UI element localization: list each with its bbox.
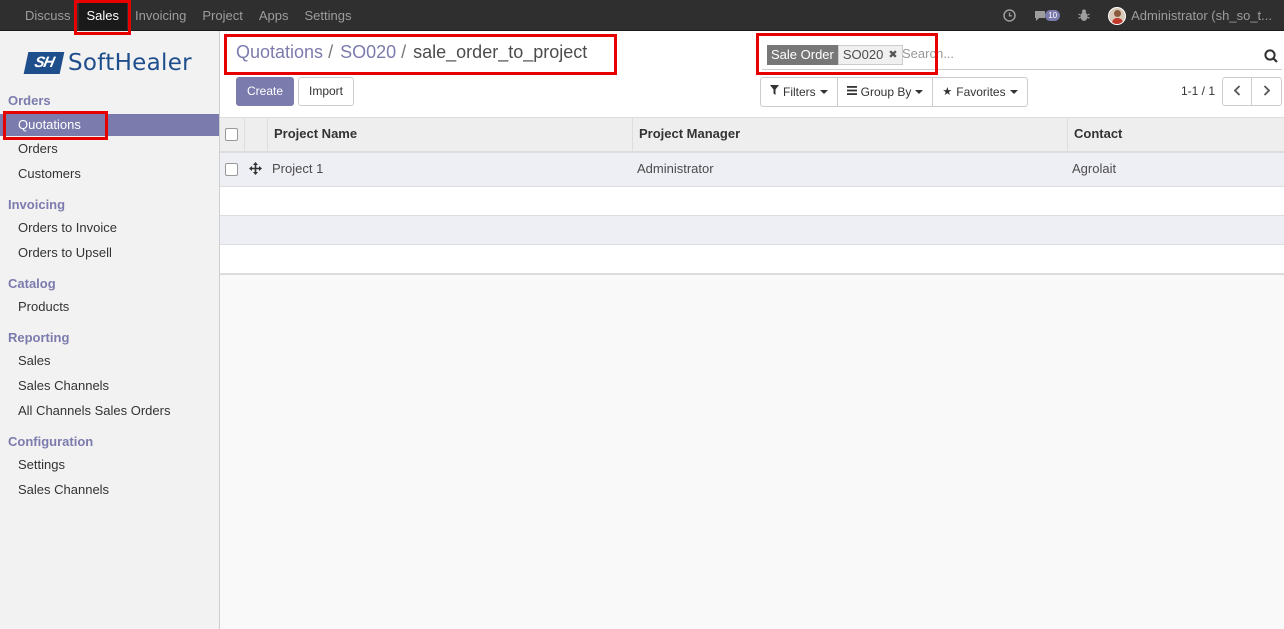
app-menu: Discuss Sales Invoicing Project Apps Set…: [17, 0, 359, 31]
search-input[interactable]: [902, 46, 1242, 61]
user-name[interactable]: Administrator (sh_so_t...: [1131, 8, 1272, 23]
chevron-left-icon: [1233, 85, 1241, 96]
top-navbar: Discuss Sales Invoicing Project Apps Set…: [0, 0, 1284, 31]
sidebar-section-invoicing: Invoicing: [8, 197, 66, 212]
sidebar-item-orders[interactable]: Orders: [0, 138, 219, 160]
breadcrumb-so020[interactable]: SO020: [340, 42, 396, 63]
bug-icon[interactable]: [1078, 9, 1090, 22]
cell-project-name[interactable]: Project 1: [268, 153, 323, 186]
menu-sales[interactable]: Sales: [78, 0, 128, 31]
pager-value[interactable]: 1-1 / 1: [1181, 84, 1215, 98]
filters-label: Filters: [783, 85, 816, 99]
facet-value-text: SO020: [842, 47, 884, 62]
import-button[interactable]: Import: [298, 77, 354, 106]
cell-project-manager[interactable]: Administrator: [633, 153, 714, 186]
breadcrumb-quotations[interactable]: Quotations: [236, 42, 323, 63]
sidebar-section-orders: Orders: [8, 93, 51, 108]
table-row[interactable]: Project 1 Administrator Agrolait: [220, 153, 1284, 187]
chevron-down-icon: [1009, 90, 1018, 94]
chat-count-badge: 10: [1045, 10, 1061, 21]
pager-previous-button[interactable]: [1223, 78, 1252, 105]
sidebar-item-orders-to-upsell[interactable]: Orders to Upsell: [0, 242, 219, 264]
column-header-project-manager[interactable]: Project Manager: [632, 118, 1068, 152]
chevron-down-icon: [915, 90, 924, 94]
table-footer-line: [220, 273, 1284, 275]
facet-remove-icon[interactable]: ✖: [888, 46, 897, 64]
sidebar-item-quotations[interactable]: Quotations: [0, 114, 219, 136]
company-logo: SH SoftHealer: [23, 49, 192, 77]
clock-icon[interactable]: [1003, 9, 1016, 22]
sidebar-item-customers[interactable]: Customers: [0, 163, 219, 185]
sidebar-item-products[interactable]: Products: [0, 296, 219, 318]
select-all-checkbox[interactable]: [225, 128, 238, 141]
sidebar-item-all-channels-sales-orders[interactable]: All Channels Sales Orders: [0, 400, 219, 422]
breadcrumb-separator: /: [328, 42, 334, 62]
table-header: Project Name Project Manager Contact: [220, 117, 1284, 153]
chevron-right-icon: [1263, 85, 1270, 96]
menu-project[interactable]: Project: [194, 0, 250, 31]
group-by-dropdown[interactable]: Group By: [838, 78, 934, 106]
logo-mark: SH: [23, 52, 65, 74]
empty-row: [220, 245, 1284, 274]
favorites-label: Favorites: [956, 85, 1006, 99]
favorites-dropdown[interactable]: ★ Favorites: [933, 78, 1026, 106]
menu-settings[interactable]: Settings: [296, 0, 359, 31]
search-icon[interactable]: [1264, 49, 1278, 63]
breadcrumb: Quotations / SO020 / sale_order_to_proje…: [236, 42, 587, 63]
facet-value: SO020 ✖: [837, 45, 903, 65]
column-header-contact[interactable]: Contact: [1067, 118, 1284, 152]
sidebar-item-report-sales-channels[interactable]: Sales Channels: [0, 375, 219, 397]
sidebar: SH SoftHealer Orders Quotations Orders C…: [0, 31, 220, 629]
sidebar-section-reporting: Reporting: [8, 330, 70, 345]
pager: [1222, 77, 1282, 106]
list-icon: [846, 78, 857, 106]
search-bar: Sale Order SO020 ✖: [762, 42, 1282, 70]
search-options: Filters Group By ★ Favorites: [760, 77, 1028, 107]
menu-discuss[interactable]: Discuss: [17, 0, 79, 31]
breadcrumb-separator: /: [401, 42, 407, 62]
drag-handle-icon[interactable]: [249, 162, 262, 178]
star-icon: ★: [942, 86, 953, 98]
sidebar-item-orders-to-invoice[interactable]: Orders to Invoice: [0, 217, 219, 239]
empty-row: [220, 187, 1284, 216]
breadcrumb-current: sale_order_to_project: [413, 42, 588, 62]
project-table: Project Name Project Manager Contact Pro…: [220, 117, 1284, 274]
chat-icon[interactable]: 10: [1034, 10, 1061, 22]
create-button[interactable]: Create: [236, 77, 294, 106]
handle-column-header: [244, 118, 268, 152]
facet-label: Sale Order: [767, 45, 838, 65]
cell-contact[interactable]: Agrolait: [1068, 153, 1116, 186]
menu-invoicing[interactable]: Invoicing: [127, 0, 194, 31]
sidebar-item-config-settings[interactable]: Settings: [0, 454, 219, 476]
sidebar-item-report-sales[interactable]: Sales: [0, 350, 219, 372]
empty-row: [220, 216, 1284, 245]
logo-text: SoftHealer: [68, 50, 192, 76]
menu-apps[interactable]: Apps: [251, 0, 297, 31]
group-by-label: Group By: [860, 85, 912, 99]
pager-next-button[interactable]: [1252, 78, 1281, 105]
sidebar-section-catalog: Catalog: [8, 276, 56, 291]
sidebar-item-config-sales-channels[interactable]: Sales Channels: [0, 479, 219, 501]
column-header-project-name[interactable]: Project Name: [267, 118, 633, 152]
sidebar-section-configuration: Configuration: [8, 434, 94, 449]
user-avatar[interactable]: [1108, 6, 1127, 25]
systray: 10 Administrator (sh_so_t...: [1003, 0, 1284, 31]
search-facet: Sale Order SO020 ✖: [767, 45, 903, 65]
filter-icon: [770, 78, 779, 106]
row-checkbox[interactable]: [225, 163, 238, 176]
chevron-down-icon: [819, 90, 828, 94]
list-view: Project Name Project Manager Contact Pro…: [220, 117, 1284, 629]
filters-dropdown[interactable]: Filters: [761, 78, 838, 106]
